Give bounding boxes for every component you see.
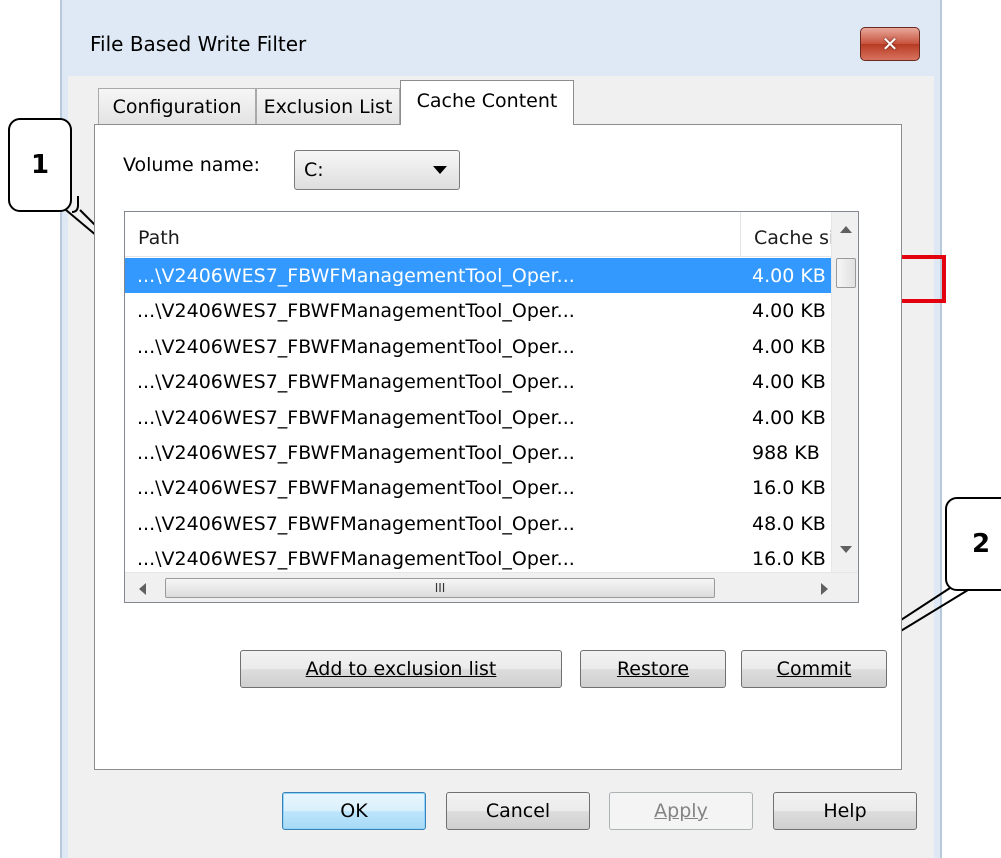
row-path: ...\V2406WES7_FBWFManagementTool_Oper... (137, 300, 575, 323)
row-path: ...\V2406WES7_FBWFManagementTool_Oper... (137, 548, 575, 571)
row-cache-size: 16.0 KB (752, 548, 826, 571)
scrollbar-corner (831, 573, 858, 602)
title-bar: File Based Write Filter ✕ (62, 0, 940, 82)
row-cache-size: 4.00 KB (752, 265, 826, 287)
row-cache-size: 48.0 KB (752, 512, 826, 535)
cache-content-panel: Volume name: C: Path Cache size ...\V240… (94, 124, 902, 770)
scroll-right-arrow-icon[interactable] (821, 583, 828, 595)
row-path: ...\V2406WES7_FBWFManagementTool_Oper... (137, 335, 575, 358)
chevron-down-icon (433, 166, 447, 174)
list-row[interactable]: ...\V2406WES7_FBWFManagementTool_Oper...… (125, 329, 831, 364)
close-icon: ✕ (881, 32, 899, 56)
commit-button[interactable]: Commit (741, 650, 887, 688)
list-row[interactable]: ...\V2406WES7_FBWFManagementTool_Oper...… (125, 400, 831, 435)
tab-configuration[interactable]: Configuration (98, 88, 256, 124)
column-separator[interactable] (740, 212, 741, 256)
list-row[interactable]: ...\V2406WES7_FBWFManagementTool_Oper...… (125, 506, 831, 541)
list-row[interactable]: ...\V2406WES7_FBWFManagementTool_Oper...… (125, 470, 831, 505)
row-cache-size: 4.00 KB (752, 335, 826, 358)
row-path: ...\V2406WES7_FBWFManagementTool_Oper... (137, 441, 575, 464)
horizontal-scroll-thumb[interactable]: III (165, 578, 715, 598)
row-cache-size: 4.00 KB (752, 406, 826, 429)
scroll-up-arrow-icon[interactable] (840, 226, 852, 233)
row-path: ...\V2406WES7_FBWFManagementTool_Oper... (137, 371, 575, 394)
list-rows: ...\V2406WES7_FBWFManagementTool_Oper...… (125, 258, 831, 577)
list-row[interactable]: ...\V2406WES7_FBWFManagementTool_Oper...… (125, 435, 831, 470)
dialog-client-area: Configuration Exclusion List Cache Conte… (68, 76, 934, 858)
row-path: ...\V2406WES7_FBWFManagementTool_Oper... (137, 512, 575, 535)
row-cache-size: 4.00 KB (752, 371, 826, 394)
scroll-left-arrow-icon[interactable] (139, 583, 146, 595)
close-button[interactable]: ✕ (860, 27, 920, 61)
add-to-exclusion-list-button[interactable]: Add to exclusion list (240, 650, 562, 688)
restore-button[interactable]: Restore (580, 650, 726, 688)
horizontal-scrollbar[interactable]: III (125, 572, 858, 602)
scroll-down-arrow-icon[interactable] (840, 546, 852, 553)
cancel-button[interactable]: Cancel (446, 792, 590, 830)
list-row[interactable]: ...\V2406WES7_FBWFManagementTool_Oper...… (125, 364, 831, 399)
fbwf-dialog-window: File Based Write Filter ✕ Configuration … (60, 0, 942, 858)
row-path: ...\V2406WES7_FBWFManagementTool_Oper... (137, 477, 575, 500)
cache-list-view[interactable]: Path Cache size ...\V2406WES7_FBWFManage… (124, 211, 859, 603)
row-cache-size: 988 KB (752, 441, 820, 464)
row-cache-size: 4.00 KB (752, 300, 826, 323)
column-header-path[interactable]: Path (138, 227, 180, 249)
list-row[interactable]: ...\V2406WES7_FBWFManagementTool_Oper...… (125, 258, 831, 294)
vertical-scroll-thumb[interactable] (836, 258, 856, 288)
row-path: ...\V2406WES7_FBWFManagementTool_Oper... (137, 265, 575, 287)
row-cache-size: 16.0 KB (752, 477, 826, 500)
volume-select-value: C: (304, 159, 324, 181)
callout-1: 1 (8, 118, 72, 212)
tab-exclusion-list[interactable]: Exclusion List (256, 88, 400, 124)
vertical-scrollbar[interactable] (831, 212, 858, 572)
ok-button[interactable]: OK (282, 792, 426, 830)
window-title: File Based Write Filter (90, 32, 307, 56)
row-path: ...\V2406WES7_FBWFManagementTool_Oper... (137, 406, 575, 429)
tab-cache-content[interactable]: Cache Content (400, 80, 574, 125)
callout-2: 2 (945, 497, 1001, 591)
grip-icon: III (434, 581, 446, 595)
list-header: Path Cache size (125, 212, 856, 257)
volume-select[interactable]: C: (294, 150, 460, 190)
list-row[interactable]: ...\V2406WES7_FBWFManagementTool_Oper...… (125, 293, 831, 328)
apply-button[interactable]: Apply (609, 792, 753, 830)
help-button[interactable]: Help (773, 792, 917, 830)
volume-name-label: Volume name: (123, 154, 260, 176)
